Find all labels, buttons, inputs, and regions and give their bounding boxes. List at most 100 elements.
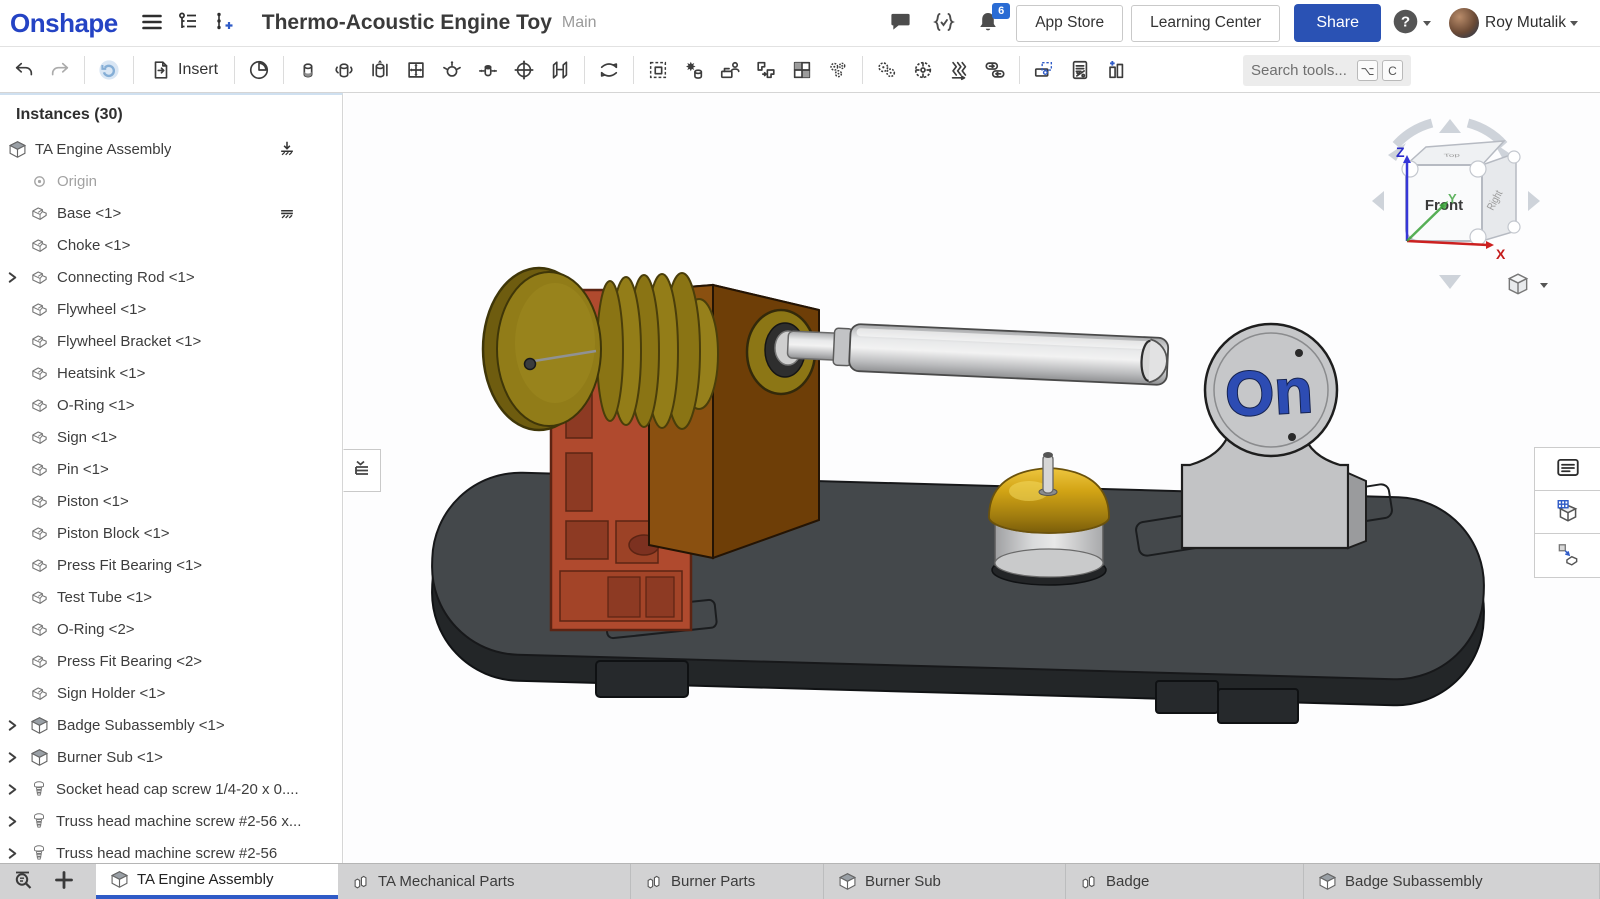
expand-chevron-icon[interactable] (6, 751, 19, 764)
expand-chevron-icon[interactable] (6, 783, 19, 796)
instance-row[interactable]: Burner Sub <1> (0, 741, 342, 773)
user-menu-button[interactable]: Roy Mutalik (1445, 7, 1582, 39)
tab-ta-mechanical-parts[interactable]: TA Mechanical Parts (338, 864, 631, 899)
instance-row[interactable]: Truss head machine screw #2-56 x... (0, 805, 342, 837)
view-options-button[interactable] (1505, 271, 1548, 300)
instance-row[interactable]: Press Fit Bearing <2> (0, 645, 342, 677)
sync-update-button[interactable] (91, 51, 127, 89)
tab-badge-subassembly[interactable]: Badge Subassembly (1304, 864, 1600, 899)
fixed-icon[interactable] (278, 204, 296, 222)
tab-burner-sub[interactable]: Burner Sub (824, 864, 1066, 899)
instance-row[interactable]: Heatsink <1> (0, 357, 342, 389)
main-menu-button[interactable] (136, 7, 168, 39)
instance-row[interactable]: Base <1> (0, 197, 342, 229)
section-view-button[interactable] (1026, 51, 1062, 89)
panel-collapse-toggle[interactable] (343, 449, 381, 492)
onshape-logo[interactable]: Onshape (10, 8, 118, 39)
expand-chevron-icon[interactable] (6, 719, 19, 732)
expand-chevron-icon[interactable] (6, 815, 19, 828)
belt-button[interactable] (977, 51, 1013, 89)
instance-row[interactable]: Test Tube <1> (0, 581, 342, 613)
mate-fastened-icon (297, 59, 319, 81)
instance-row[interactable]: Piston Block <1> (0, 517, 342, 549)
instance-row[interactable]: O-Ring <1> (0, 389, 342, 421)
tab-ta-engine-assembly[interactable]: TA Engine Assembly (96, 864, 338, 899)
instance-row[interactable]: Choke <1> (0, 229, 342, 261)
mate-slider-button[interactable] (362, 51, 398, 89)
mate-pin-slot-button[interactable] (470, 51, 506, 89)
tab-badge[interactable]: Badge (1066, 864, 1304, 899)
graphics-viewport[interactable]: On (344, 93, 1600, 863)
mate-planar-button[interactable] (398, 51, 434, 89)
in-context-icon (755, 59, 777, 81)
burner-part[interactable] (989, 452, 1109, 585)
mate-relation-button[interactable] (591, 51, 627, 89)
bom-button[interactable] (1062, 51, 1098, 89)
history-button[interactable] (241, 51, 277, 89)
bom-panel-button[interactable] (1535, 448, 1600, 491)
assembly-icon (1318, 872, 1337, 891)
mate-fastened-button[interactable] (290, 51, 326, 89)
fix-icon[interactable] (278, 140, 296, 158)
expand-chevron-icon[interactable] (6, 271, 19, 284)
drawing-button[interactable] (784, 51, 820, 89)
add-tab-button[interactable] (50, 866, 78, 897)
comments-button[interactable] (884, 7, 916, 39)
search-tools-input[interactable]: Search tools... ⌥ C (1243, 55, 1411, 86)
share-button[interactable]: Share (1294, 4, 1381, 42)
chevron-down-icon (1570, 21, 1578, 26)
test-tube-part[interactable] (787, 321, 1169, 385)
instance-label: Connecting Rod <1> (57, 269, 195, 286)
instance-row[interactable]: Flywheel <1> (0, 293, 342, 325)
mate-cylindrical-button[interactable] (506, 51, 542, 89)
instance-row[interactable]: Sign <1> (0, 421, 342, 453)
instance-row[interactable]: Press Fit Bearing <1> (0, 549, 342, 581)
tab-burner-parts[interactable]: Burner Parts (631, 864, 824, 899)
instance-row[interactable]: Truss head machine screw #2-56 (0, 837, 342, 863)
gear-relation-button[interactable] (869, 51, 905, 89)
flywheel-part[interactable] (483, 268, 601, 430)
rack-pinion-button[interactable] (905, 51, 941, 89)
mate-revolute-icon (333, 59, 355, 81)
instance-row[interactable]: Sign Holder <1> (0, 677, 342, 709)
instance-row[interactable]: Connecting Rod <1> (0, 261, 342, 293)
frame-button[interactable] (1098, 51, 1134, 89)
instance-row[interactable]: Flywheel Bracket <1> (0, 325, 342, 357)
configuration-panel-button[interactable] (1535, 491, 1600, 534)
expand-chevron-icon[interactable] (6, 847, 19, 860)
chevron-down-icon (1423, 21, 1431, 26)
configurations-button[interactable] (820, 51, 856, 89)
mate-parallel-button[interactable] (542, 51, 578, 89)
notifications-button[interactable]: 6 (972, 7, 1004, 39)
learning-center-button[interactable]: Learning Center (1131, 5, 1280, 42)
mate-ball-button[interactable] (434, 51, 470, 89)
group-button[interactable] (640, 51, 676, 89)
instance-row[interactable]: TA Engine Assembly (0, 133, 342, 165)
instance-row[interactable]: O-Ring <2> (0, 613, 342, 645)
explode-view-button[interactable] (676, 51, 712, 89)
branch-button[interactable] (208, 7, 240, 39)
view-cube[interactable]: Front Right Top Z X Y (1372, 119, 1540, 289)
instance-row[interactable]: Pin <1> (0, 453, 342, 485)
in-context-button[interactable] (748, 51, 784, 89)
tab-manager-button[interactable] (10, 866, 38, 897)
feature-script-button[interactable] (928, 7, 960, 39)
mate-revolute-button[interactable] (326, 51, 362, 89)
redo-button[interactable] (42, 51, 78, 89)
app-store-button[interactable]: App Store (1016, 5, 1123, 42)
instance-row[interactable]: Socket head cap screw 1/4-20 x 0.... (0, 773, 342, 805)
insert-button[interactable]: Insert (140, 51, 228, 89)
replicate-button[interactable] (712, 51, 748, 89)
spring-button[interactable] (941, 51, 977, 89)
undo-button[interactable] (6, 51, 42, 89)
instance-row[interactable]: Badge Subassembly <1> (0, 709, 342, 741)
appearance-panel-button[interactable] (1535, 534, 1600, 577)
sign-part[interactable]: On (1182, 324, 1366, 548)
instance-row[interactable]: Origin (0, 165, 342, 197)
document-title[interactable]: Thermo-Acoustic Engine Toy (262, 11, 552, 35)
versions-button[interactable] (172, 7, 204, 39)
help-menu-button[interactable]: ? (1389, 7, 1433, 39)
instance-row[interactable]: Piston <1> (0, 485, 342, 517)
assembly-3d-view[interactable]: On (344, 93, 1600, 863)
instance-label: Press Fit Bearing <2> (57, 653, 202, 670)
